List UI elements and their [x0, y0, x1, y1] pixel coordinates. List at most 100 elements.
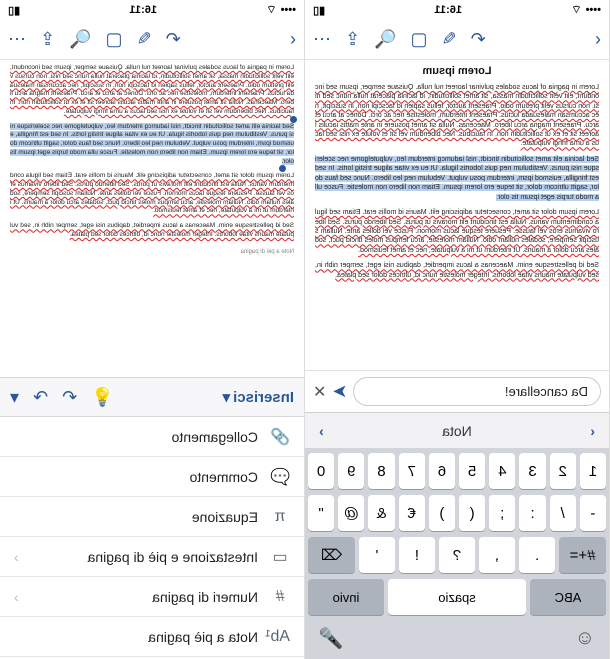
item-label: Nota a piè pagina — [148, 629, 258, 645]
toolbar: ‹ ↶ ✎ ▢ 🔍 ⇪ ⋯ — [305, 20, 609, 60]
key-7[interactable]: 7 — [399, 453, 425, 489]
key-9[interactable]: 9 — [338, 453, 364, 489]
para-1: Lorem in pagnia of lacus sodales pulvina… — [10, 64, 294, 115]
key[interactable]: " — [308, 495, 334, 531]
item-icon: π — [270, 508, 290, 526]
key[interactable]: - — [580, 495, 606, 531]
key[interactable]: ( — [459, 495, 485, 531]
share-icon[interactable]: ⇪ — [345, 29, 360, 50]
panel-item[interactable]: Ab¹Nota a piè pagina — [0, 617, 304, 657]
item-icon: 💬 — [270, 467, 290, 487]
back-icon[interactable]: ‹ — [595, 29, 601, 50]
back-icon[interactable]: ‹ — [290, 29, 296, 50]
key[interactable]: ? — [439, 537, 475, 573]
key[interactable]: , — [479, 537, 515, 573]
key[interactable]: ' — [359, 537, 395, 573]
key-abc[interactable]: ABC — [530, 579, 606, 615]
para-1: Lorem in pagnia of lacus sodales pulvina… — [315, 84, 599, 148]
selected-text[interactable]: Sed lacinia elit amet sollicitudin tinci… — [315, 156, 599, 201]
key[interactable]: ; — [489, 495, 515, 531]
key-alt[interactable]: #+= — [559, 537, 606, 573]
draw-icon[interactable]: ✎ — [442, 29, 457, 50]
share-icon[interactable]: ⇪ — [40, 29, 55, 50]
search-icon[interactable]: 🔍 — [374, 29, 396, 50]
item-label: Collegamento — [172, 429, 258, 445]
key[interactable]: @ — [338, 495, 364, 531]
insert-panel: 🔗Collegamento💬Commento π Equazione ▭ Intesta… — [0, 417, 304, 659]
chevron-left-icon[interactable]: ‹ — [590, 423, 595, 439]
tab-insert[interactable]: Inserisci ▾ — [223, 388, 294, 406]
key[interactable]: / — [550, 495, 576, 531]
wifi-icon: ⌔ — [266, 3, 276, 17]
key-6[interactable]: 6 — [429, 453, 455, 489]
layout-icon[interactable]: ▢ — [106, 29, 123, 50]
key[interactable]: & — [368, 495, 394, 531]
phone-right: •••• ⌔ 16:11 ▮▯ ‹ ↶ ✎ ▢ 🔍 ⇪ ⋯ Lorem in p… — [0, 0, 305, 659]
redo-panel-icon[interactable]: ↷ — [33, 387, 48, 408]
panel-item[interactable]: 💬Commento — [0, 457, 304, 497]
key-space[interactable]: spazio — [388, 579, 526, 615]
key[interactable]: : — [519, 495, 545, 531]
battery-icon: ▮▯ — [313, 4, 325, 17]
document-area[interactable]: Lorem ipsum Lorem in pagnia of lacus sod… — [305, 60, 609, 370]
panel-item[interactable]: #Numeri di pagina› — [0, 577, 304, 617]
chevron-right-icon[interactable]: › — [319, 423, 324, 439]
key-2[interactable]: 2 — [550, 453, 576, 489]
key-3[interactable]: 3 — [519, 453, 545, 489]
kb-row-1: 1234567890 — [308, 453, 606, 489]
key-backspace[interactable]: ⌫ — [308, 537, 355, 573]
undo-icon[interactable]: ↶ — [471, 29, 486, 50]
kb-row-2: -/:;()€&@" — [308, 495, 606, 531]
key-5[interactable]: 5 — [459, 453, 485, 489]
item-label: Equazione — [192, 509, 258, 525]
lightbulb-icon[interactable]: 💡 — [91, 387, 113, 408]
panel-item[interactable]: 🔗Collegamento — [0, 417, 304, 457]
toolbar: ‹ ↶ ✎ ▢ 🔍 ⇪ ⋯ — [0, 20, 304, 60]
key[interactable]: € — [399, 495, 425, 531]
key-1[interactable]: 1 — [580, 453, 606, 489]
para-3: Lorem ipsum dolor sit amet, consectetur … — [10, 172, 294, 214]
clock: 16:11 — [434, 4, 462, 16]
comment-input[interactable]: Da cancellare! — [354, 377, 602, 406]
signal-icon: •••• — [281, 4, 296, 16]
keyboard: 1234567890 -/:;()€&@" #+= .,?!'⌫ ABC spa… — [305, 448, 609, 620]
phone-left: •••• ⌔ 16:11 ▮▯ ‹ ↶ ✎ ▢ 🔍 ⇪ ⋯ Lorem ipsu… — [305, 0, 610, 659]
undo-icon[interactable]: ↶ — [166, 29, 181, 50]
search-icon[interactable]: 🔍 — [69, 29, 91, 50]
battery-icon: ▮▯ — [8, 4, 20, 17]
undo-panel-icon[interactable]: ↶ — [62, 387, 77, 408]
panel-item[interactable]: π Equazione — [0, 497, 304, 537]
selected-text[interactable]: Sed lacinia elit amet sollicitudin tinci… — [10, 123, 294, 165]
collapse-icon[interactable]: ▾ — [10, 387, 19, 408]
item-label: Intestazione e piè di pagina — [88, 549, 258, 565]
key-4[interactable]: 4 — [489, 453, 515, 489]
keyboard-toolbar: ☺ 🎤 — [305, 620, 609, 659]
draw-icon[interactable]: ✎ — [137, 29, 152, 50]
document-area[interactable]: Lorem in pagnia of lacus sodales pulvina… — [0, 60, 304, 377]
key-0[interactable]: 0 — [308, 453, 334, 489]
more-icon[interactable]: ⋯ — [313, 29, 331, 50]
emoji-icon[interactable]: ☺ — [575, 627, 595, 650]
wifi-icon: ⌔ — [571, 3, 581, 17]
key[interactable]: ) — [429, 495, 455, 531]
item-icon: ▭ — [270, 547, 290, 567]
more-icon[interactable]: ⋯ — [8, 29, 26, 50]
close-icon[interactable]: ✕ — [313, 382, 326, 402]
layout-icon[interactable]: ▢ — [411, 29, 428, 50]
para-3: Lorem ipsum dolor sit amet, consectetur … — [315, 209, 599, 254]
chevron-down-icon: ▾ — [223, 388, 231, 406]
para-4: Sed id pellestresque enim. Maecenas a la… — [10, 222, 294, 238]
send-icon[interactable]: ➤ — [332, 381, 347, 402]
key[interactable]: . — [519, 537, 555, 573]
key-8[interactable]: 8 — [368, 453, 394, 489]
key-return[interactable]: invio — [308, 579, 384, 615]
chevron-right-icon: › — [14, 589, 19, 605]
panel-item[interactable]: ▭Intestazione e piè di pagina› — [0, 537, 304, 577]
signal-icon: •••• — [586, 4, 601, 16]
item-icon: # — [270, 588, 290, 606]
mic-icon[interactable]: 🎤 — [319, 626, 344, 651]
key[interactable]: ! — [399, 537, 435, 573]
footnote-label: Note a pié di pagina — [10, 248, 294, 256]
status-bar: •••• ⌔ 16:11 ▮▯ — [0, 0, 304, 20]
status-bar: •••• ⌔ 16:11 ▮▯ — [305, 0, 609, 20]
